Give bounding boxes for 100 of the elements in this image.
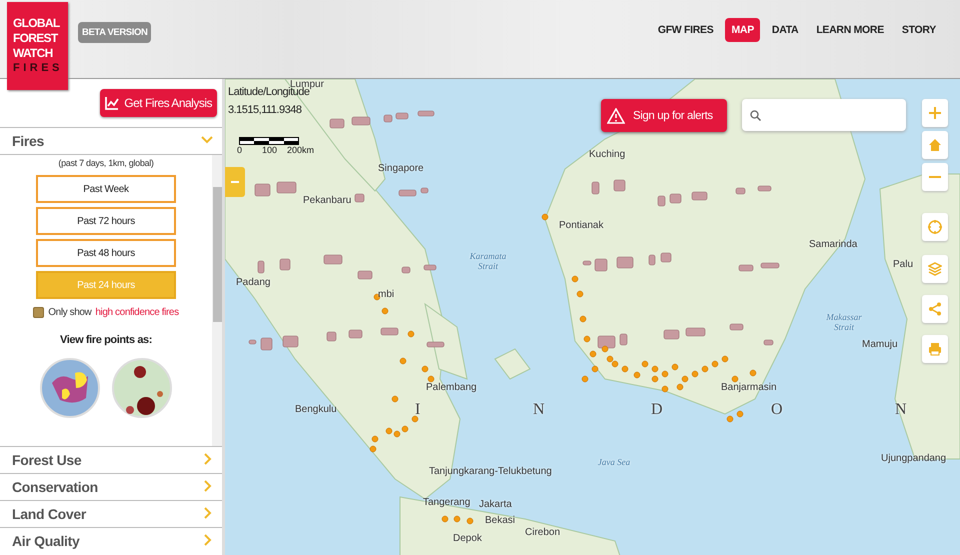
layer-section-header[interactable]: Fires: [0, 127, 222, 155]
plantation-patch: [592, 182, 600, 194]
country-label: I: [415, 401, 420, 419]
place-label: Pekanbaru: [303, 195, 352, 206]
water-label: Makassar Strait: [825, 312, 863, 332]
plantation-patch: [692, 192, 708, 200]
place-label: Depok: [453, 533, 482, 544]
plantation-patch: [248, 340, 256, 344]
water-label: Java Sea: [596, 457, 632, 467]
place-label: Cirebon: [525, 527, 560, 538]
plantation-patch: [670, 194, 682, 204]
plantation-patch: [424, 264, 436, 270]
plantation-patch: [348, 330, 362, 338]
country-label: N: [533, 401, 545, 419]
scale-bar: [239, 137, 299, 145]
confidence-link[interactable]: high confidence fires: [95, 307, 179, 318]
plantation-patch: [402, 266, 410, 274]
fires-analysis-button[interactable]: Get Fires Analysis: [100, 89, 217, 117]
search-field[interactable]: [742, 99, 906, 131]
place-label: Bekasi: [485, 515, 516, 526]
print-button[interactable]: [922, 335, 948, 363]
printer-icon: [928, 342, 942, 356]
time-range-button[interactable]: Past 72 hours: [36, 207, 176, 235]
plantation-patch: [324, 254, 342, 264]
plantation-patch: [648, 254, 656, 266]
place-label: Kuching: [589, 149, 626, 160]
place-label: Palu: [893, 259, 914, 270]
place-label: Bengkulu: [295, 404, 337, 415]
layers-button[interactable]: [922, 255, 948, 283]
plantation-patch: [598, 336, 616, 348]
time-range-button[interactable]: Past 48 hours: [36, 239, 176, 267]
checkbox-label: Only show: [48, 307, 92, 318]
confidence-checkbox[interactable]: [33, 307, 44, 318]
nav-link[interactable]: GFW FIRES: [652, 18, 720, 42]
plantation-patch: [384, 114, 392, 122]
plantation-patch: [358, 270, 372, 280]
place-label: Padang: [236, 277, 270, 288]
minus-icon: [231, 181, 239, 183]
water-label: Karamata Strait: [468, 251, 508, 271]
place-label: Palembang: [426, 382, 477, 393]
place-label: Jakarta: [479, 499, 512, 510]
locate-button[interactable]: [922, 213, 948, 241]
plantation-patch: [326, 332, 336, 342]
nav-link[interactable]: LEARN MORE: [810, 18, 890, 42]
beta-badge: BETA VERSION: [78, 22, 152, 43]
plantation-patch: [418, 110, 434, 116]
nav-link[interactable]: STORY: [896, 18, 942, 42]
plantation-patch: [254, 184, 270, 196]
plantation-patch: [686, 328, 706, 336]
house-icon: [928, 138, 942, 152]
crosshair-icon: [928, 220, 942, 234]
logo[interactable]: GLOBAL FOREST WATCH FIRES: [7, 2, 68, 90]
plantation-patch: [736, 188, 746, 194]
zoom-in-button[interactable]: [922, 99, 948, 127]
plantation-patch: [730, 324, 744, 330]
place-label: Singapore: [378, 163, 424, 174]
scale-label: 0: [237, 145, 242, 155]
plantation-patch: [620, 334, 628, 346]
plantation-patch: [616, 256, 634, 268]
plantation-patch: [396, 112, 408, 120]
plus-icon: [928, 106, 942, 120]
scale-label: 100: [262, 145, 278, 155]
chart-icon: [105, 96, 120, 110]
plantation-patch: [582, 260, 592, 266]
plantation-patch: [280, 258, 290, 270]
plantation-patch: [276, 182, 296, 194]
plantation-patch: [352, 116, 370, 126]
cluster-thumbnail[interactable]: [112, 358, 172, 418]
place-label: mbi: [378, 289, 394, 300]
country-label: O: [771, 401, 783, 419]
place-label: Samarinda: [809, 239, 858, 250]
scrollbar[interactable]: [212, 155, 222, 446]
place-label: Pontianak: [559, 220, 604, 231]
plantation-patch: [354, 194, 364, 202]
home-button[interactable]: [922, 131, 948, 159]
layers-icon: [928, 262, 942, 276]
alerts-button[interactable]: Sign up for alerts: [601, 99, 727, 132]
time-range-button[interactable]: Past Week: [36, 175, 176, 203]
plantation-patch: [330, 118, 344, 128]
nav-link[interactable]: DATA: [766, 18, 804, 42]
plantation-patch: [664, 330, 680, 340]
collapse-button[interactable]: [225, 167, 245, 197]
zoom-out-button[interactable]: [922, 163, 948, 191]
share-button[interactable]: [922, 295, 948, 323]
view-as-label: View fire points as:: [60, 334, 152, 346]
fires-note: (past 7 days, 1km, global): [58, 158, 154, 168]
plantation-patch: [260, 338, 272, 350]
plantation-patch: [738, 264, 754, 272]
coordinates-value: 3.1515,111.9348: [228, 104, 302, 116]
plantation-patch: [282, 336, 298, 348]
share-icon: [928, 302, 942, 316]
plantation-patch: [758, 186, 772, 192]
place-label: Ujungpandang: [881, 453, 946, 464]
plantation-patch: [426, 342, 444, 348]
heatmap-thumbnail[interactable]: [40, 358, 100, 418]
plantation-patch: [420, 188, 428, 194]
plantation-patch: [380, 328, 398, 336]
place-label: Banjarmasin: [721, 382, 777, 393]
plantation-patch: [258, 260, 264, 274]
nav-link[interactable]: MAP: [725, 18, 760, 42]
